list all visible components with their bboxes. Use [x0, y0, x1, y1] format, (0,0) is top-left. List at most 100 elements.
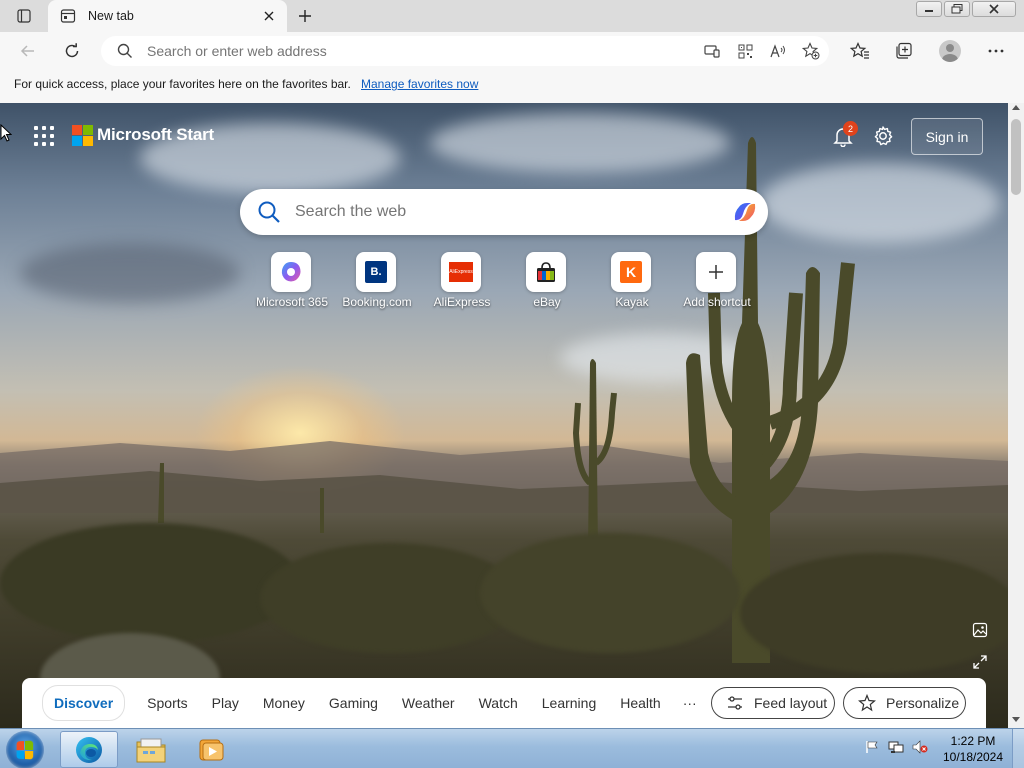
- back-button[interactable]: [14, 37, 42, 65]
- clock-date: 10/18/2024: [942, 750, 1004, 764]
- expand-icon[interactable]: [972, 654, 988, 670]
- close-icon: [989, 4, 999, 14]
- minimize-icon: [925, 10, 933, 12]
- favorites-bar: For quick access, place your favorites h…: [0, 70, 1024, 103]
- collections-icon: [896, 42, 912, 59]
- plus-icon: [709, 265, 723, 279]
- favorites-button[interactable]: [846, 37, 874, 65]
- new-tab-page: Microsoft Start 2 Sign in Search the web…: [0, 103, 1008, 728]
- network-icon[interactable]: [888, 739, 904, 755]
- add-favorite-icon[interactable]: [801, 41, 821, 61]
- web-search-box[interactable]: [240, 189, 768, 235]
- shortcut-microsoft-365[interactable]: Microsoft 365: [250, 252, 334, 316]
- feed-tab-watch[interactable]: Watch: [479, 695, 518, 711]
- feed-layout-button[interactable]: Feed layout: [711, 687, 835, 719]
- microsoft-logo: [72, 125, 93, 146]
- shortcut-tile: K: [611, 252, 651, 292]
- feed-tab-money[interactable]: Money: [263, 695, 305, 711]
- close-tab-button[interactable]: [257, 4, 281, 28]
- restore-button[interactable]: [944, 1, 970, 17]
- show-desktop-button[interactable]: [1012, 729, 1024, 768]
- shortcut-ebay[interactable]: eBay: [505, 252, 589, 316]
- feed-more-button[interactable]: ···: [683, 695, 697, 711]
- shortcut-kayak[interactable]: K Kayak: [590, 252, 674, 316]
- scroll-thumb[interactable]: [1011, 119, 1021, 195]
- feed-tab-gaming[interactable]: Gaming: [329, 695, 378, 711]
- feed-tab-discover[interactable]: Discover: [42, 685, 126, 721]
- plus-icon: [299, 10, 311, 22]
- refresh-button[interactable]: [58, 37, 86, 65]
- sliders-icon: [728, 696, 742, 710]
- scroll-up-arrow-icon[interactable]: [1012, 105, 1020, 110]
- settings-and-more-button[interactable]: [982, 37, 1010, 65]
- minimize-button[interactable]: [916, 1, 942, 17]
- start-header: Microsoft Start 2 Sign in: [0, 103, 1008, 169]
- windows-logo-icon: [16, 740, 35, 760]
- edge-icon: [76, 736, 102, 763]
- shortcut-add[interactable]: Add shortcut: [675, 252, 759, 316]
- close-icon: [264, 11, 274, 21]
- avatar: [939, 40, 961, 62]
- web-search-input[interactable]: [295, 203, 695, 221]
- app-available-icon[interactable]: [702, 41, 722, 61]
- feed-navigation: Discover Sports Play Money Gaming Weathe…: [22, 678, 986, 728]
- brand-title[interactable]: Microsoft Start: [97, 125, 214, 145]
- ebay-logo: [537, 262, 555, 282]
- microsoft-365-logo: [281, 262, 301, 282]
- manage-favorites-link[interactable]: Manage favorites now: [361, 77, 478, 91]
- favorites-icon: [850, 42, 869, 59]
- refresh-icon: [65, 43, 79, 58]
- feed-tab-learning[interactable]: Learning: [542, 695, 597, 711]
- collections-button[interactable]: [890, 37, 918, 65]
- favorites-bar-hint: For quick access, place your favorites h…: [14, 77, 351, 91]
- start-button[interactable]: [6, 731, 44, 768]
- clock-time: 1:22 PM: [950, 734, 996, 748]
- taskbar-media-player[interactable]: [182, 731, 240, 768]
- taskbar-clock[interactable]: 1:22 PM 10/18/2024: [940, 733, 1006, 765]
- restore-icon: [951, 4, 963, 14]
- new-tab-icon: [60, 8, 76, 24]
- scroll-down-arrow-icon[interactable]: [1012, 717, 1020, 722]
- tab-actions-button[interactable]: [8, 4, 40, 28]
- window-controls: [916, 1, 1016, 17]
- address-bar[interactable]: [101, 36, 829, 66]
- image-info-icon[interactable]: [972, 622, 988, 638]
- read-aloud-icon[interactable]: [768, 41, 788, 61]
- close-window-button[interactable]: [972, 1, 1016, 17]
- feed-tab-play[interactable]: Play: [212, 695, 239, 711]
- shortcut-booking[interactable]: B. Booking.com: [335, 252, 419, 316]
- address-input[interactable]: [147, 43, 667, 59]
- qr-code-icon[interactable]: [735, 41, 755, 61]
- feed-tab-weather[interactable]: Weather: [402, 695, 455, 711]
- page-scrollbar[interactable]: [1008, 103, 1024, 728]
- personalize-button[interactable]: Personalize: [843, 687, 966, 719]
- feed-tab-sports[interactable]: Sports: [147, 695, 187, 711]
- feed-tab-health[interactable]: Health: [620, 695, 660, 711]
- shortcut-label: Add shortcut: [683, 295, 751, 309]
- booking-logo: B.: [365, 261, 387, 283]
- taskbar-file-explorer[interactable]: [122, 731, 180, 768]
- profile-button[interactable]: [936, 37, 964, 65]
- browser-toolbar: [0, 32, 1024, 70]
- tab-title: New tab: [88, 9, 134, 23]
- shortcut-aliexpress[interactable]: AliExpress AliExpress: [420, 252, 504, 316]
- search-icon: [258, 201, 280, 223]
- copilot-icon[interactable]: [731, 198, 759, 226]
- new-tab-button[interactable]: [292, 4, 318, 28]
- search-icon: [117, 43, 132, 58]
- settings-gear-icon[interactable]: [872, 125, 894, 147]
- shortcut-tile: [526, 252, 566, 292]
- volume-muted-icon[interactable]: [912, 739, 928, 755]
- personalize-label: Personalize: [886, 695, 960, 711]
- title-bar: New tab: [0, 0, 1024, 32]
- shortcut-tile: [271, 252, 311, 292]
- app-launcher-icon[interactable]: [34, 126, 54, 146]
- sparkle-star-icon: [858, 694, 876, 712]
- action-center-flag-icon[interactable]: [864, 739, 880, 755]
- tab-new-tab[interactable]: New tab: [48, 0, 287, 32]
- notification-badge: 2: [843, 121, 858, 136]
- media-player-icon: [199, 739, 224, 760]
- taskbar-edge[interactable]: [60, 731, 118, 768]
- sign-in-button[interactable]: Sign in: [911, 118, 983, 155]
- more-icon: [988, 49, 1004, 53]
